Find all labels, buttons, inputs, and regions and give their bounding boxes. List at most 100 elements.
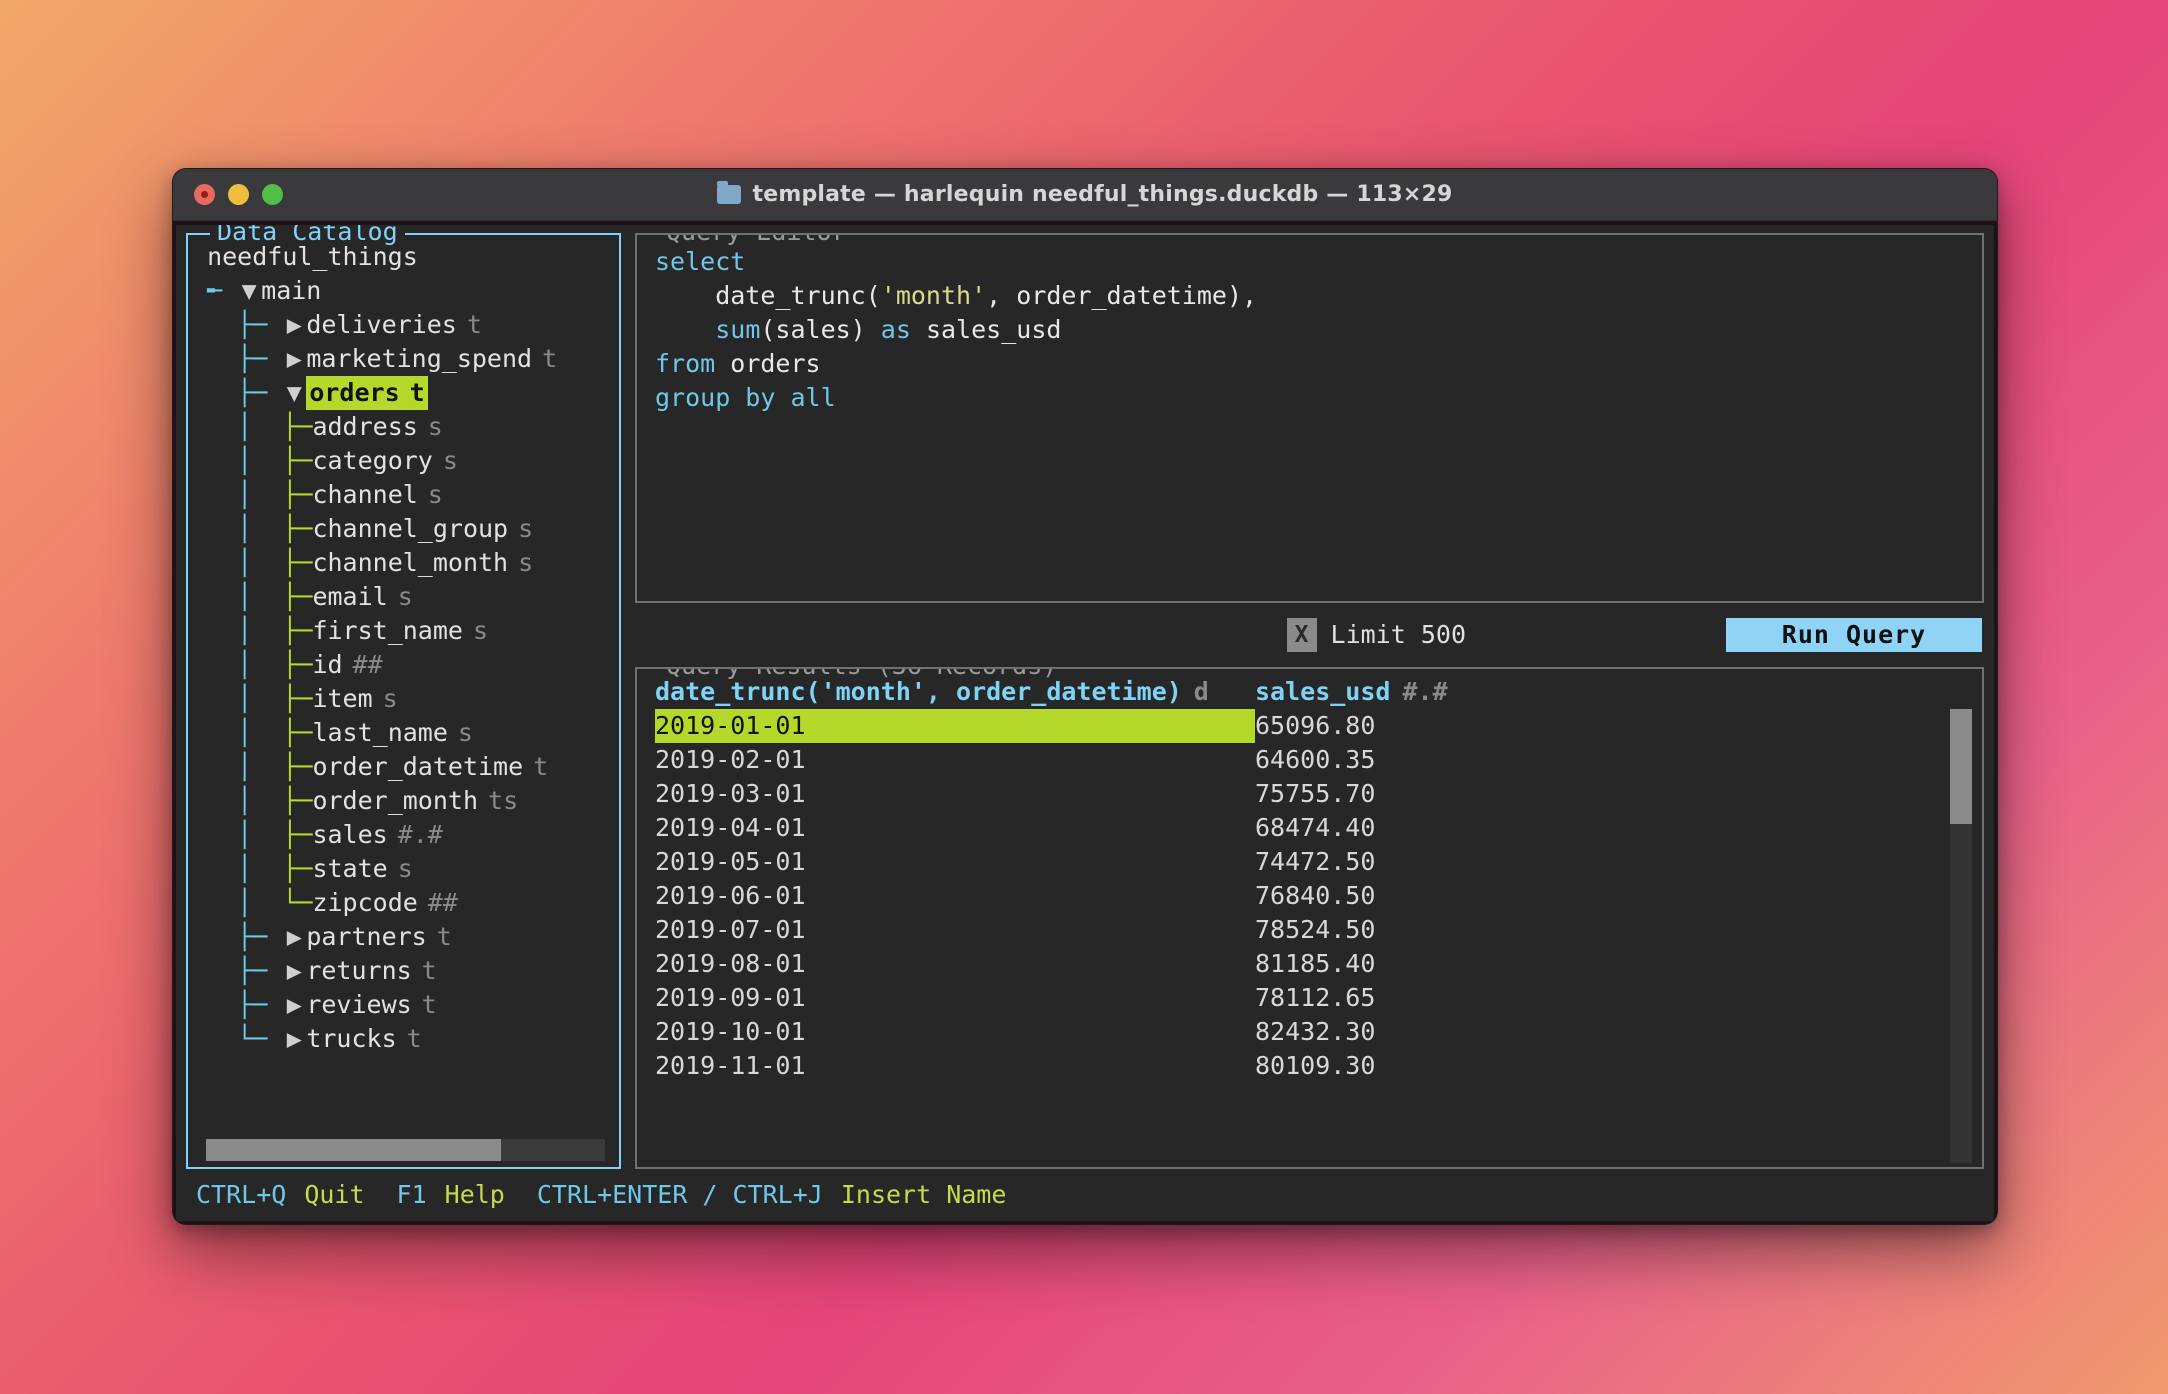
code-line[interactable]: from orders <box>655 347 1982 381</box>
table-row[interactable]: 2019-09-01 78112.65 <box>655 981 1982 1015</box>
table-label: orders <box>309 378 400 407</box>
data-catalog-panel[interactable]: Data Catalog needful_things ╾ ▼ main ├─ … <box>186 225 621 1169</box>
run-query-button[interactable]: Run Query <box>1726 618 1982 652</box>
tree-item-column-zipcode[interactable]: │ └─ zipcode ## <box>192 886 619 920</box>
table-row[interactable]: 2019-01-01 65096.80 <box>655 709 1982 743</box>
table-row[interactable]: 2019-03-01 75755.70 <box>655 777 1982 811</box>
footer-key[interactable]: CTRL+ENTER / CTRL+J <box>537 1178 823 1212</box>
cell-date: 2019-10-01 <box>655 1017 806 1046</box>
tree-item-column-address[interactable]: │ ├─ address s <box>192 410 619 444</box>
tree-item-table-marketing-spend[interactable]: ├─ ▶ marketing_spend t <box>192 342 619 376</box>
tree-item-column-email[interactable]: │ ├─ email s <box>192 580 619 614</box>
tree-item-column-id[interactable]: │ ├─ id ## <box>192 648 619 682</box>
tree-item-schema[interactable]: ╾ ▼ main <box>192 274 619 308</box>
table-row[interactable]: 2019-02-01 64600.35 <box>655 743 1982 777</box>
tree-item-column-state[interactable]: │ ├─ state s <box>192 852 619 886</box>
chevron-right-icon[interactable]: ▶ <box>282 954 306 988</box>
tree-item-column-channel-group[interactable]: │ ├─ channel_group s <box>192 512 619 546</box>
right-column: Query Editor select date_trunc('month', … <box>635 233 1984 1169</box>
tree-item-column-category[interactable]: │ ├─ category s <box>192 444 619 478</box>
cell-sales: 68474.40 <box>1255 813 1376 842</box>
column-type: s <box>382 684 398 713</box>
table-row[interactable]: 2019-10-01 82432.30 <box>655 1015 1982 1049</box>
tree-item-column-first-name[interactable]: │ ├─ first_name s <box>192 614 619 648</box>
catalog-horizontal-scrollbar[interactable] <box>206 1139 605 1161</box>
query-editor-panel[interactable]: Query Editor select date_trunc('month', … <box>635 233 1984 603</box>
code-line[interactable]: select <box>655 245 1982 279</box>
footer-action[interactable]: Help <box>445 1178 505 1212</box>
column-type: t <box>533 752 549 781</box>
table-row[interactable]: 2019-11-01 80109.30 <box>655 1049 1982 1083</box>
footer-key[interactable]: CTRL+Q <box>196 1178 286 1212</box>
results-scrollbar-thumb[interactable] <box>1950 709 1972 824</box>
column-type: s <box>427 412 443 441</box>
tree-item-table-trucks[interactable]: └─ ▶ trucks t <box>192 1022 619 1056</box>
tree-item-table-orders[interactable]: ├─ ▼ orders t <box>192 376 619 410</box>
table-type: t <box>421 990 437 1019</box>
tree-item-table-partners[interactable]: ├─ ▶ partners t <box>192 920 619 954</box>
cell-date: 2019-02-01 <box>655 745 806 774</box>
column-type: s <box>427 480 443 509</box>
results-grid[interactable]: date_trunc('month', order_datetime) d sal… <box>637 675 1982 1083</box>
code-line[interactable]: date_trunc('month', order_datetime), <box>655 279 1982 313</box>
cell-date: 2019-09-01 <box>655 983 806 1012</box>
results-vertical-scrollbar[interactable] <box>1950 709 1972 1163</box>
column-type: s <box>472 616 489 645</box>
terminal-body: Data Catalog needful_things ╾ ▼ main ├─ … <box>173 221 1997 1224</box>
table-row[interactable]: 2019-08-01 81185.40 <box>655 947 1982 981</box>
table-row[interactable]: 2019-04-01 68474.40 <box>655 811 1982 845</box>
table-type: t <box>409 378 425 407</box>
window-traffic-lights[interactable] <box>173 184 283 205</box>
table-type: t <box>421 956 437 985</box>
tree-item-table-deliveries[interactable]: ├─ ▶ deliveries t <box>192 308 619 342</box>
results-col-header-sales[interactable]: sales_usd #.# <box>1255 675 1555 709</box>
table-label: partners <box>306 922 427 951</box>
chevron-right-icon[interactable]: ▶ <box>282 1022 306 1056</box>
close-button[interactable] <box>194 184 215 205</box>
chevron-right-icon[interactable]: ▶ <box>282 308 306 342</box>
chevron-right-icon[interactable]: ▶ <box>282 342 306 376</box>
tree-item-column-sales[interactable]: │ ├─ sales #.# <box>192 818 619 852</box>
tree-item-column-order-month[interactable]: │ ├─ order_month ts <box>192 784 619 818</box>
limit-checkbox[interactable]: X <box>1286 618 1317 652</box>
table-row[interactable]: 2019-05-01 74472.50 <box>655 845 1982 879</box>
code-line[interactable]: group by all <box>655 381 1982 415</box>
schema-label: main <box>261 276 322 305</box>
chevron-down-icon[interactable]: ▼ <box>237 274 261 308</box>
table-row[interactable]: 2019-06-01 76840.50 <box>655 879 1982 913</box>
chevron-right-icon[interactable]: ▶ <box>282 920 306 954</box>
harlequin-app: Data Catalog needful_things ╾ ▼ main ├─ … <box>176 225 1994 1221</box>
column-type: s <box>397 854 413 883</box>
column-type: s <box>457 718 473 747</box>
results-col-header-date[interactable]: date_trunc('month', order_datetime) d <box>655 675 1255 709</box>
tree-item-table-returns[interactable]: ├─ ▶ returns t <box>192 954 619 988</box>
chevron-down-icon[interactable]: ▼ <box>282 376 306 410</box>
footer-action[interactable]: Insert Name <box>841 1178 1007 1212</box>
tree-item-column-last-name[interactable]: │ ├─ last_name s <box>192 716 619 750</box>
footer-action[interactable]: Quit <box>304 1178 364 1212</box>
zoom-button[interactable] <box>262 184 283 205</box>
cell-sales: 78112.65 <box>1255 983 1376 1012</box>
limit-control[interactable]: X Limit 500 <box>1286 618 1466 652</box>
table-type: t <box>542 344 558 373</box>
footer-key[interactable]: F1 <box>397 1178 427 1212</box>
minimize-button[interactable] <box>228 184 249 205</box>
code-line[interactable]: sum(sales) as sales_usd <box>655 313 1982 347</box>
window-title: template — harlequin needful_things.duck… <box>173 181 1997 207</box>
tree-item-table-reviews[interactable]: ├─ ▶ reviews t <box>192 988 619 1022</box>
cell-sales: 75755.70 <box>1255 779 1376 808</box>
tree-item-column-order-datetime[interactable]: │ ├─ order_datetime t <box>192 750 619 784</box>
tree-item-column-channel[interactable]: │ ├─ channel s <box>192 478 619 512</box>
terminal-window: template — harlequin needful_things.duck… <box>172 168 1998 1225</box>
table-row[interactable]: 2019-07-01 78524.50 <box>655 913 1982 947</box>
table-selected[interactable]: orders t <box>306 376 428 410</box>
catalog-scrollbar-thumb[interactable] <box>206 1139 502 1161</box>
table-type: t <box>436 922 452 951</box>
column-label: first_name <box>312 616 463 645</box>
chevron-right-icon[interactable]: ▶ <box>282 988 306 1022</box>
column-label: item <box>312 684 373 713</box>
tree-item-column-item[interactable]: │ ├─ item s <box>192 682 619 716</box>
tree-item-column-channel-month[interactable]: │ ├─ channel_month s <box>192 546 619 580</box>
catalog-tree[interactable]: needful_things ╾ ▼ main ├─ ▶ deliveries … <box>188 235 619 1139</box>
query-results-panel[interactable]: Query Results (36 Records) date_trunc('m… <box>635 667 1984 1169</box>
